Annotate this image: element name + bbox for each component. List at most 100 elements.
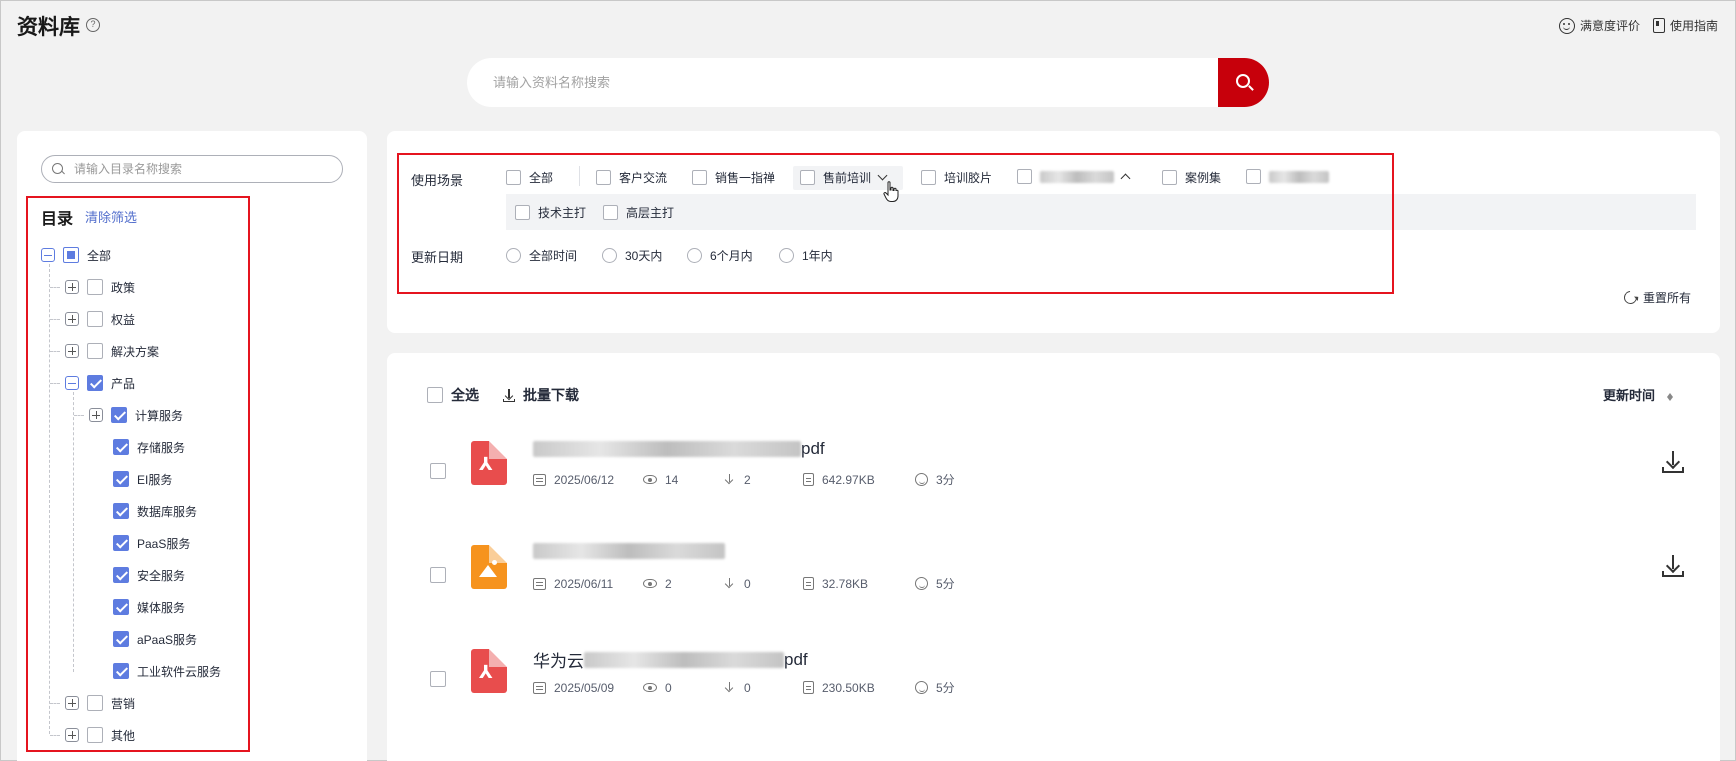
search-button[interactable] [1218, 58, 1269, 107]
tree-checkbox[interactable] [87, 343, 103, 359]
tree-node-rights[interactable]: 权益 [65, 309, 135, 329]
expand-icon[interactable] [65, 344, 79, 358]
select-all[interactable]: 全选 [427, 385, 479, 405]
tree-node-label: EI服务 [137, 472, 173, 487]
tree-node-paas[interactable]: PaaS服务 [113, 533, 190, 553]
date-radio[interactable] [687, 248, 702, 263]
tree-node-compute[interactable]: 计算服务 [89, 405, 183, 425]
tree-checkbox[interactable] [111, 407, 127, 423]
expand-icon[interactable] [65, 312, 79, 326]
scene-checkbox[interactable] [1017, 169, 1032, 184]
tree-checkbox[interactable] [113, 631, 129, 647]
scene-option-tech[interactable]: 技术主打 [515, 204, 586, 221]
scene-option-all[interactable]: 全部 [506, 169, 553, 186]
scene-checkbox[interactable] [506, 170, 521, 185]
scene-option-cases[interactable]: 案例集 [1162, 169, 1221, 186]
tree-node-media[interactable]: 媒体服务 [113, 597, 185, 617]
sort-by-update-time[interactable]: 更新时间 [1603, 385, 1675, 404]
tree-node-other[interactable]: 其他 [65, 725, 135, 745]
collapse-icon[interactable] [41, 248, 55, 262]
tree-node-label: 媒体服务 [137, 600, 186, 615]
tree-node-database[interactable]: 数据库服务 [113, 501, 197, 521]
scene-checkbox[interactable] [1162, 170, 1177, 185]
scene-checkbox[interactable] [603, 205, 618, 220]
tree-node-industrial[interactable]: 工业软件云服务 [113, 661, 221, 681]
expand-icon[interactable] [65, 280, 79, 294]
guide-link[interactable]: 使用指南 [1653, 17, 1718, 34]
scene-checkbox[interactable] [692, 170, 707, 185]
file-checkbox[interactable] [430, 567, 446, 583]
search-input[interactable] [493, 58, 1173, 107]
clear-filter-link[interactable]: 清除筛选 [85, 207, 137, 226]
scene-option-customer[interactable]: 客户交流 [596, 169, 667, 186]
file-checkbox[interactable] [430, 463, 446, 479]
download-icon[interactable] [1662, 451, 1684, 473]
select-all-checkbox[interactable] [427, 387, 443, 403]
date-radio[interactable] [779, 248, 794, 263]
tree-node-marketing[interactable]: 营销 [65, 693, 135, 713]
tree-checkbox[interactable] [87, 279, 103, 295]
scene-option-redacted-1[interactable] [1017, 169, 1131, 184]
collapse-icon[interactable] [65, 376, 79, 390]
scene-checkbox[interactable] [596, 170, 611, 185]
file-size: 642.97KB [803, 473, 915, 487]
scene-option-training-film[interactable]: 培训胶片 [921, 169, 992, 186]
scene-option-sales-guide[interactable]: 销售一指禅 [692, 169, 775, 186]
date-option-all[interactable]: 全部时间 [506, 247, 577, 264]
tree-node-policy[interactable]: 政策 [65, 277, 135, 297]
scene-option-presales[interactable]: 售前培训 [800, 169, 888, 186]
tree-checkbox[interactable] [87, 375, 103, 391]
file-row: 2025/06/11 2 0 32.78KB 5分 [387, 539, 1720, 639]
date-radio[interactable] [602, 248, 617, 263]
expand-icon[interactable] [65, 728, 79, 742]
tree-checkbox[interactable] [113, 503, 129, 519]
tree-checkbox[interactable] [113, 535, 129, 551]
file-size-icon [803, 681, 814, 694]
tree-checkbox[interactable] [87, 311, 103, 327]
date-radio[interactable] [506, 248, 521, 263]
download-icon[interactable] [1662, 555, 1684, 577]
tree-node-storage[interactable]: 存储服务 [113, 437, 185, 457]
expand-icon[interactable] [65, 696, 79, 710]
file-checkbox[interactable] [430, 671, 446, 687]
file-name[interactable]: pdf [533, 439, 825, 459]
tree-node-apaas[interactable]: aPaaS服务 [113, 629, 197, 649]
calendar-icon [533, 681, 546, 694]
date-option-6m[interactable]: 6个月内 [687, 247, 753, 264]
tree-checkbox[interactable] [63, 247, 79, 263]
scene-checkbox[interactable] [800, 170, 815, 185]
tree-checkbox[interactable] [113, 567, 129, 583]
tree-checkbox[interactable] [113, 663, 129, 679]
tree-checkbox[interactable] [113, 439, 129, 455]
pdf-glyph: ⅄ [479, 662, 493, 682]
help-icon[interactable]: ? [86, 18, 100, 32]
scene-checkbox[interactable] [921, 170, 936, 185]
chevron-up-icon[interactable] [1120, 173, 1131, 183]
tree-node-product[interactable]: 产品 [65, 373, 135, 393]
batch-download-button[interactable]: 批量下载 [503, 385, 579, 405]
tree-checkbox[interactable] [113, 599, 129, 615]
downloads-value: 0 [744, 680, 751, 695]
file-name[interactable]: 华为云 pdf [533, 647, 808, 672]
scene-option-exec[interactable]: 高层主打 [603, 204, 674, 221]
satisfaction-link[interactable]: 满意度评价 [1559, 17, 1640, 34]
date-option-30d[interactable]: 30天内 [602, 247, 662, 264]
reset-all-button[interactable]: 重置所有 [1621, 288, 1691, 307]
scene-checkbox[interactable] [515, 205, 530, 220]
tree-node-label: 政策 [111, 280, 136, 295]
scene-checkbox[interactable] [1246, 169, 1261, 184]
chevron-down-icon[interactable] [877, 170, 888, 181]
tree-node-ei[interactable]: EI服务 [113, 469, 172, 489]
expand-icon[interactable] [89, 408, 103, 422]
cursor-icon [883, 181, 899, 202]
tree-node-security[interactable]: 安全服务 [113, 565, 185, 585]
tree-checkbox[interactable] [113, 471, 129, 487]
tree-checkbox[interactable] [87, 695, 103, 711]
tree-node-all[interactable]: 全部 [41, 245, 111, 265]
file-name[interactable] [533, 543, 725, 559]
tree-search-input[interactable] [74, 156, 334, 182]
scene-option-redacted-2[interactable] [1246, 169, 1329, 184]
tree-node-solutions[interactable]: 解决方案 [65, 341, 159, 361]
date-option-1y[interactable]: 1年内 [779, 247, 833, 264]
tree-checkbox[interactable] [87, 727, 103, 743]
